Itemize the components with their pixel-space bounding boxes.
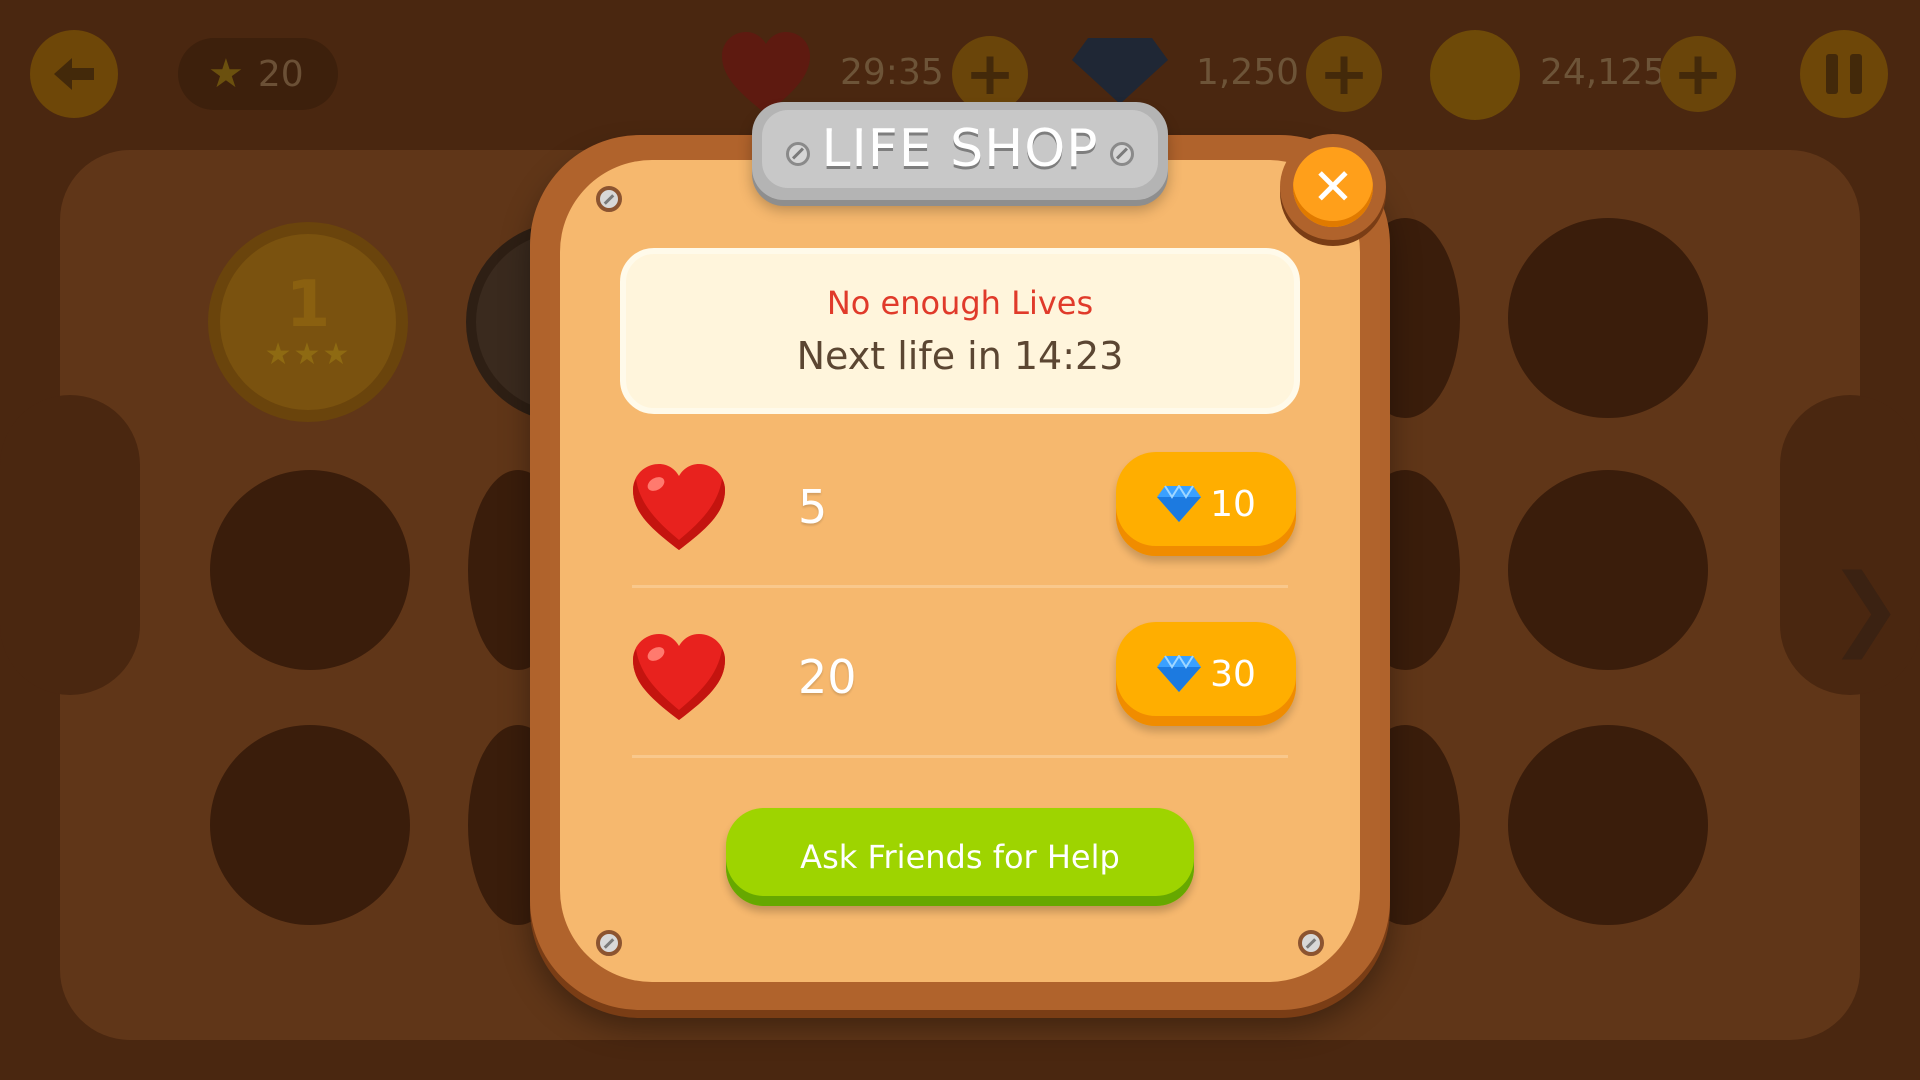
gem-icon [1072, 38, 1168, 104]
coins-value: 24,125 [1540, 52, 1666, 93]
lives-amount: 5 [798, 480, 828, 534]
buy-20-lives-button[interactable]: 30 [1116, 622, 1296, 726]
level-node[interactable] [1508, 218, 1708, 418]
screw-icon [1110, 142, 1134, 166]
ask-friends-label: Ask Friends for Help [800, 838, 1120, 876]
stars-value: 20 [257, 53, 304, 95]
gems-value: 1,250 [1196, 52, 1300, 93]
lives-amount: 20 [798, 650, 857, 704]
board-notch-left [0, 395, 140, 695]
no-lives-warning: No enough Lives [826, 284, 1094, 322]
level-node[interactable] [1508, 725, 1708, 925]
price-value: 30 [1210, 653, 1256, 695]
heart-icon [633, 634, 725, 720]
level-stars: ★★★ [264, 336, 352, 372]
row-divider [632, 755, 1288, 758]
title-plate: LIFE SHOP [752, 102, 1168, 200]
add-lives-button[interactable]: + [952, 36, 1028, 112]
level-node[interactable] [210, 470, 410, 670]
lives-timer: 29:35 [840, 52, 944, 93]
modal-title: LIFE SHOP [821, 119, 1099, 179]
level-node[interactable] [1508, 470, 1708, 670]
level-node-1[interactable]: 1 ★★★ [208, 222, 408, 422]
next-life-timer: Next life in 14:23 [796, 334, 1124, 378]
gem-icon [1157, 485, 1202, 522]
arrow-left-icon [54, 58, 94, 90]
level-node[interactable] [210, 725, 410, 925]
coin-icon [1430, 30, 1520, 120]
add-gems-button[interactable]: + [1306, 36, 1382, 112]
life-offer-row: 5 10 [630, 450, 1296, 570]
close-button[interactable]: ✕ [1280, 134, 1386, 240]
buy-5-lives-button[interactable]: 10 [1116, 452, 1296, 556]
star-icon: ★ [208, 51, 244, 97]
pause-button[interactable] [1800, 30, 1888, 118]
ask-friends-button[interactable]: Ask Friends for Help [726, 808, 1194, 906]
next-page-arrow-icon[interactable]: ❯ [1828, 555, 1903, 660]
screw-icon [1298, 930, 1324, 956]
screw-icon [786, 142, 810, 166]
price-value: 10 [1210, 483, 1256, 525]
stars-counter: ★ 20 [178, 38, 338, 110]
row-divider [632, 585, 1288, 588]
pause-icon [1826, 54, 1862, 94]
back-button[interactable] [30, 30, 118, 118]
add-coins-button[interactable]: + [1660, 36, 1736, 112]
life-offer-row: 20 30 [630, 620, 1296, 740]
screw-icon [596, 186, 622, 212]
close-icon: ✕ [1293, 147, 1373, 227]
heart-icon [633, 464, 725, 550]
lives-status-box: No enough Lives Next life in 14:23 [620, 248, 1300, 414]
screw-icon [596, 930, 622, 956]
gem-icon [1157, 655, 1202, 692]
level-number: 1 [285, 267, 331, 342]
